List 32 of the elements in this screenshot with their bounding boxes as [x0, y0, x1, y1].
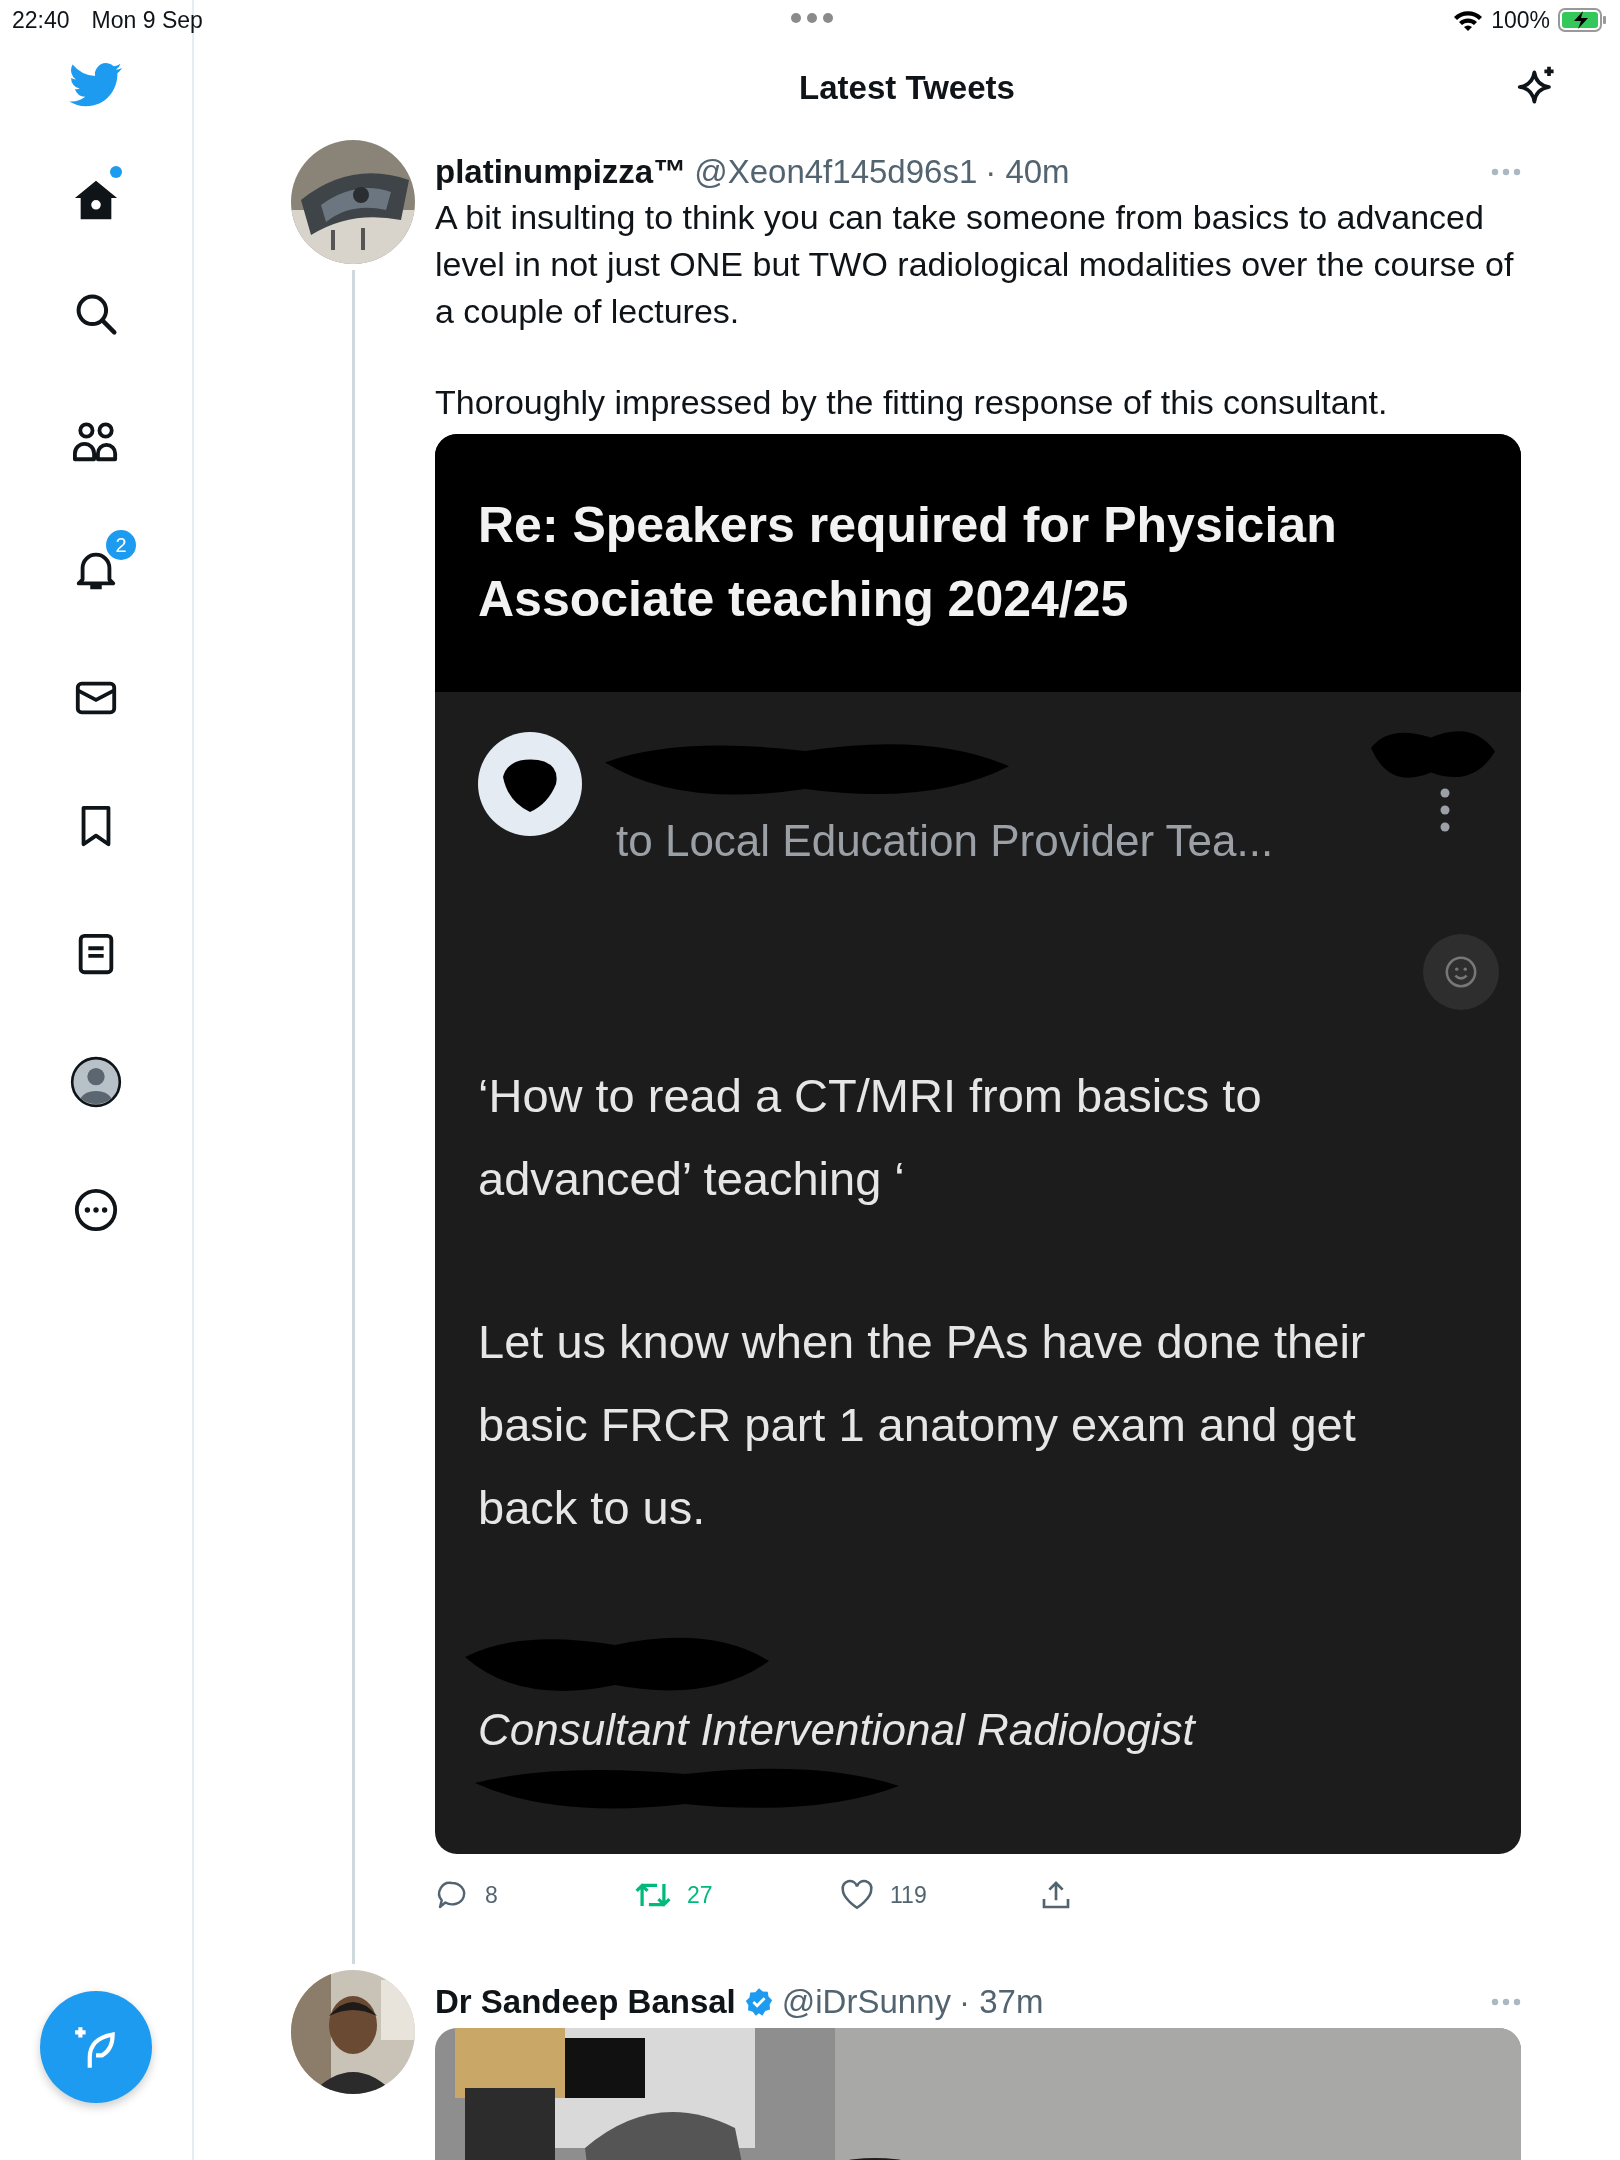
profile-icon — [70, 1056, 122, 1108]
reply-button[interactable]: 8 — [435, 1879, 635, 1911]
email-text: ‘How to read a CT/MRI from basics to advanced’ teaching ‘ — [478, 1068, 1263, 1207]
author-name[interactable]: platinumpizza™ — [435, 153, 687, 191]
author-name[interactable]: Dr Sandeep Bansal — [435, 1983, 736, 2021]
multitasking-dots-icon[interactable] — [790, 12, 834, 24]
smiley-icon — [1444, 955, 1478, 989]
sender-avatar-icon — [478, 732, 582, 836]
like-button[interactable]: 119 — [840, 1879, 1040, 1911]
battery-charging-icon — [1558, 8, 1608, 32]
notification-badge: 2 — [104, 528, 138, 562]
tweet-time: · 40m — [985, 153, 1070, 191]
heart-icon — [840, 1879, 874, 1911]
status-time: 22:40 — [12, 6, 70, 34]
tweet-text: A bit insulting to think you can take someone from basics to advanced level in not just ONE but TWO radiological modalities over the course of a couple of lectures. — [435, 197, 1515, 332]
email-subject: Re: Speakers required for Physician Associate teaching 2024/25 — [435, 434, 1521, 692]
author-handle[interactable]: @Xeon4f145d96s1 — [694, 153, 978, 191]
vertical-dots-icon — [1439, 788, 1451, 832]
search-icon — [74, 292, 118, 336]
wifi-icon — [1453, 9, 1484, 31]
tweet-text: Thoroughly impressed by the fitting response of this consultant. — [435, 382, 1389, 423]
status-date: Mon 9 Sep — [91, 6, 203, 34]
tweet-time: · 37m — [959, 1983, 1044, 2021]
author-handle[interactable]: @iDrSunny — [781, 1983, 951, 2021]
page-title: Latest Tweets — [799, 69, 1015, 107]
compose-button[interactable] — [40, 1991, 152, 2103]
more-icon — [73, 1187, 119, 1233]
battery-percentage: 100% — [1491, 6, 1550, 34]
bird-logo-icon[interactable] — [69, 62, 123, 108]
email-recipient: to Local Education Provider Tea... — [616, 816, 1274, 867]
email-signature: Consultant Interventional Radiologist — [478, 1705, 1197, 1755]
email-text: Let us know when the PAs have done their basic FRCR part 1 anatomy exam and get back to us. — [478, 1314, 1367, 1536]
